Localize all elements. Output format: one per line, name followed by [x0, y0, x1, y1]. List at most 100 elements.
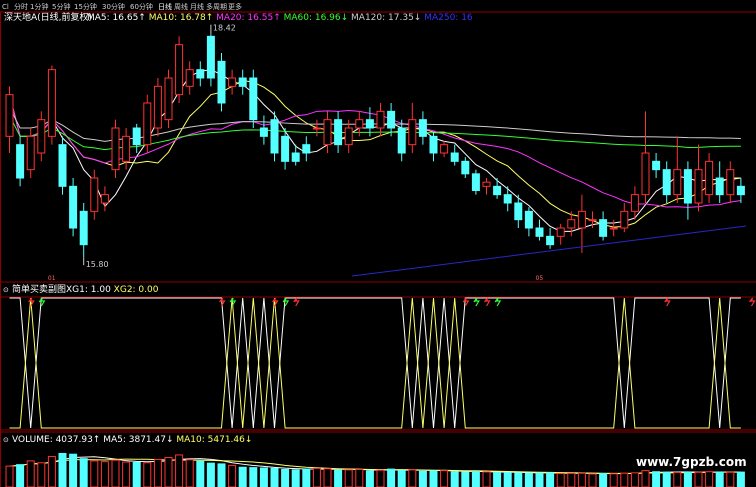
watermark: www.7gpzb.com	[636, 455, 747, 469]
indicator-title: 简单买卖副图	[12, 283, 66, 295]
volume-bar-down	[69, 453, 78, 487]
candle-up	[376, 110, 385, 129]
volume-bar-down	[715, 471, 724, 487]
tab-period[interactable]: 多周期	[206, 2, 227, 11]
volume-bar-up	[482, 471, 491, 487]
volume-bar-down	[387, 468, 396, 487]
candle-down	[599, 219, 608, 237]
candle-up	[37, 119, 46, 154]
tab-period[interactable]: 1分钟	[30, 2, 48, 11]
candle-up	[47, 69, 56, 137]
candle-down	[302, 144, 311, 154]
xg-legend-item: XG2: 0.00	[111, 285, 159, 295]
sell-signal-icon	[473, 297, 480, 307]
volume-bar-up	[312, 467, 321, 487]
volume-bar-up	[556, 473, 565, 487]
ma-legend-item: MA5: 16.65↑	[87, 13, 146, 23]
candle-up	[726, 169, 735, 196]
volume-bar-down	[281, 468, 290, 487]
candle-down	[79, 210, 88, 246]
volume-panel[interactable]: ⊙ VOLUME: 4037.93↑ MA5: 3871.47↓ MA10: 5…	[3, 435, 745, 487]
volume-bar-up	[111, 459, 120, 487]
candle-up	[556, 227, 565, 237]
indicator-legend: XG1: 1.00 XG2: 0.00	[66, 285, 159, 295]
candle-down	[662, 169, 671, 196]
volume-bar-down	[302, 468, 311, 487]
tab-period[interactable]: 周线	[174, 2, 188, 11]
volume-bar-down	[514, 472, 523, 487]
signal-markers	[28, 297, 756, 307]
candle-up	[641, 152, 650, 196]
volume-legend-item: MA5: 3871.47↓	[100, 435, 173, 445]
tab-period[interactable]: 30分钟	[102, 2, 125, 11]
candle-down	[514, 202, 523, 221]
ma-legend-item: MA120: 17.35↓	[348, 13, 421, 23]
candle-up	[122, 135, 131, 162]
volume-bar-down	[16, 464, 25, 487]
volume-bar-up	[143, 462, 152, 487]
volume-bar-up	[164, 457, 173, 487]
candle-down	[429, 135, 438, 154]
tab-period[interactable]: 月线	[190, 2, 204, 11]
volume-bar-up	[228, 464, 237, 487]
candle-up	[111, 127, 120, 171]
volume-bar-up	[355, 468, 364, 487]
volume-legend-item: MA10: 5471.46↓	[174, 435, 253, 445]
candle-down	[334, 119, 343, 146]
tab-menu-icon[interactable]: Cl	[2, 3, 9, 11]
volume-bar-down	[535, 472, 544, 487]
tab-period[interactable]: 15分钟	[74, 2, 97, 11]
volume-legend-item: VOLUME: 4037.93↑	[12, 435, 100, 445]
ma-legend-item: MA60: 16.96↓	[281, 13, 348, 23]
volume-bar-up	[567, 472, 576, 487]
kline-panel[interactable]: 深天地A(日线,前复权) MA5: 16.65↑ MA10: 16.78↑ MA…	[4, 11, 747, 282]
volume-bar-up	[609, 473, 618, 487]
period-tab-bar[interactable]: Cl 分时 1分钟 5分钟 15分钟 30分钟 60分钟 日线 周线 月线 多周期 更多	[2, 2, 242, 11]
volume-bar-up	[100, 461, 109, 487]
volume-bar-up	[26, 460, 35, 487]
volume-bar-down	[206, 462, 215, 487]
volume-bar-up	[344, 469, 353, 487]
volume-bar-down	[259, 467, 268, 487]
volume-bar-down	[291, 469, 300, 487]
volume-bar-down	[599, 473, 608, 487]
candle-up	[577, 210, 586, 229]
candle-down	[206, 35, 215, 79]
ma-legend-item: MA250: 16	[421, 13, 473, 23]
ma-legend-item: MA20: 16.55↑	[213, 13, 280, 23]
candle-down	[16, 144, 25, 179]
candle-up	[90, 177, 99, 212]
volume-bar-down	[429, 470, 438, 487]
volume-bar-up	[588, 473, 597, 487]
volume-bar-down	[450, 471, 459, 487]
candle-up	[5, 94, 14, 137]
volume-bar-down	[58, 452, 67, 487]
volume-bar-down	[196, 460, 205, 487]
tab-period[interactable]: 分时	[14, 2, 28, 11]
volume-bar-up	[673, 471, 682, 487]
volume-bar-up	[37, 462, 46, 487]
candle-down	[736, 185, 745, 196]
volume-bar-down	[471, 471, 480, 487]
candle-up	[143, 102, 152, 146]
candle-down	[652, 160, 661, 171]
volume-bar-down	[79, 458, 88, 487]
candle-up	[164, 77, 173, 121]
candle-down	[58, 144, 67, 187]
candle-up	[26, 135, 35, 171]
volume-bar-down	[503, 472, 512, 487]
tab-period[interactable]: 60分钟	[130, 2, 153, 11]
volume-bar-down	[238, 466, 247, 487]
volume-bar-down	[132, 461, 141, 487]
volume-bar-up	[440, 470, 449, 487]
tab-period[interactable]: 5分钟	[52, 2, 70, 11]
volume-bar-down	[217, 463, 226, 487]
candle-up	[355, 119, 364, 129]
candle-up	[408, 119, 417, 146]
candle-up	[620, 210, 629, 229]
indicator-panel[interactable]: ⊙ 简单买卖副图 XG1: 1.00 XG2: 0.00	[3, 283, 756, 429]
volume-bar-up	[726, 471, 735, 487]
tab-period[interactable]: 日线	[158, 2, 172, 11]
tab-period[interactable]: 更多	[228, 2, 242, 11]
candle-down	[196, 69, 205, 79]
